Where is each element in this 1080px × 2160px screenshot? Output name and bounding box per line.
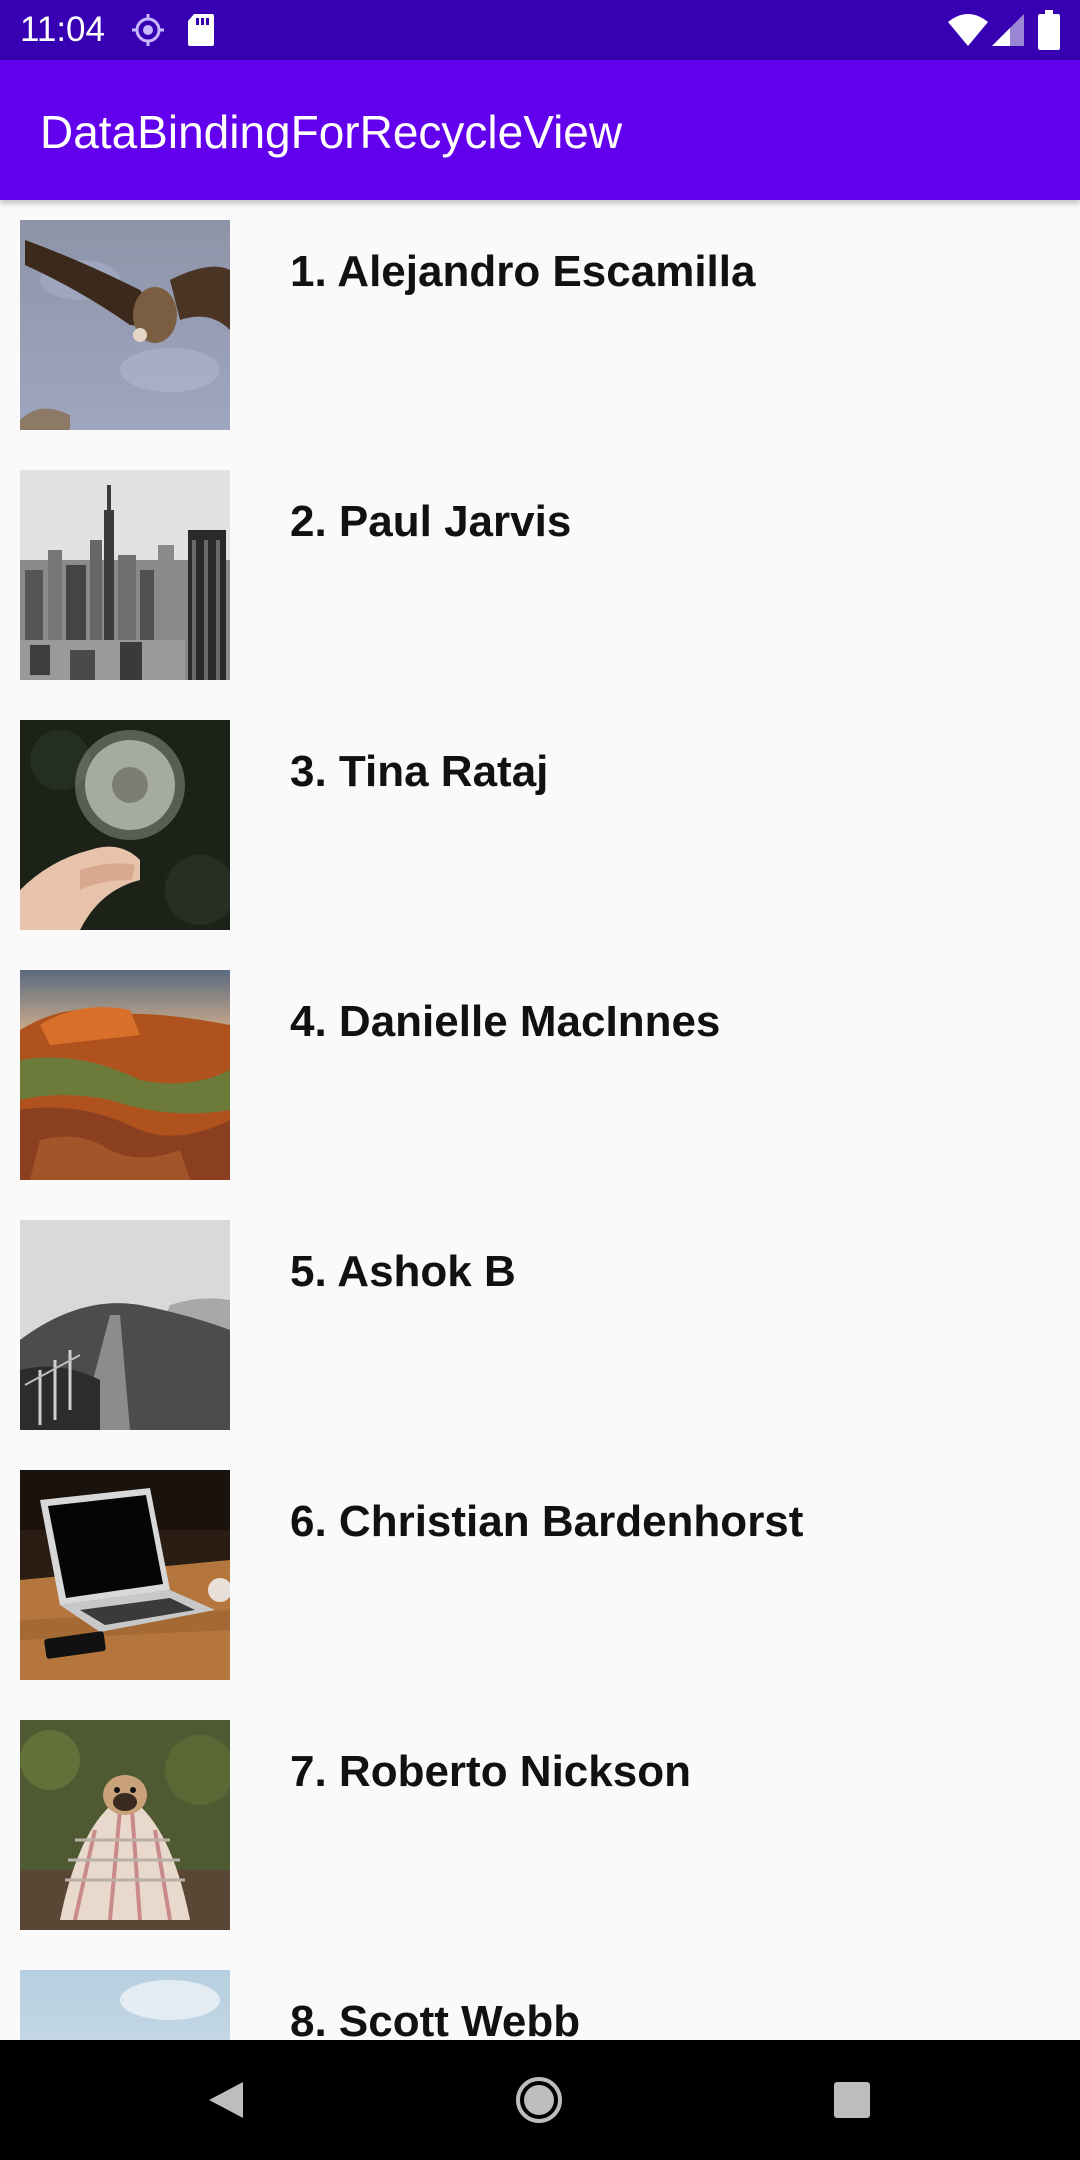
recycler-list[interactable]: 1. Alejandro Escamilla 2. Paul Jarvis 3.… [0,200,1080,2040]
list-item[interactable]: 3. Tina Rataj [0,700,1080,950]
item-title: 1. Alejandro Escamilla [290,247,756,296]
item-title: 4. Danielle MacInnes [290,997,721,1046]
hill-path-photo [20,1220,230,1430]
item-title: 8. Scott Webb [290,1997,581,2040]
status-time: 11:04 [20,10,105,49]
item-title: 7. Roberto Nickson [290,1747,691,1796]
navigation-bar [0,2040,1080,2160]
signal-icon [990,12,1026,53]
item-title: 3. Tina Rataj [290,747,549,796]
list-item[interactable]: 6. Christian Bardenhorst [0,1450,1080,1700]
sky-photo [20,1970,230,2040]
location-icon [130,12,166,53]
status-bar: 11:04 [0,0,1080,60]
list-item[interactable]: 5. Ashok B [0,1200,1080,1450]
wifi-icon [946,12,990,53]
vulture-photo [20,220,230,430]
dandelion-photo [20,720,230,930]
list-item[interactable]: 2. Paul Jarvis [0,450,1080,700]
list-item[interactable]: 7. Roberto Nickson [0,1700,1080,1950]
app-title: DataBindingForRecycleView [40,106,623,158]
pug-blanket-photo [20,1720,230,1930]
sd-card-icon [186,12,216,53]
battery-icon [1038,10,1060,55]
laptop-photo [20,1470,230,1680]
item-title: 2. Paul Jarvis [290,497,572,546]
canyon-photo [20,970,230,1180]
list-item[interactable]: 8. Scott Webb [0,1950,1080,2040]
list-item[interactable]: 4. Danielle MacInnes [0,950,1080,1200]
recents-icon[interactable] [822,2070,882,2130]
list-item[interactable]: 1. Alejandro Escamilla [0,200,1080,450]
back-icon[interactable] [195,2070,255,2130]
item-title: 5. Ashok B [290,1247,516,1296]
item-title: 6. Christian Bardenhorst [290,1497,804,1546]
app-bar: DataBindingForRecycleView [0,60,1080,200]
app-screen: 11:04 DataBindingForRecycleView 1. Aleja… [0,0,1080,2160]
home-icon[interactable] [509,2070,569,2130]
city-skyline-photo [20,470,230,680]
